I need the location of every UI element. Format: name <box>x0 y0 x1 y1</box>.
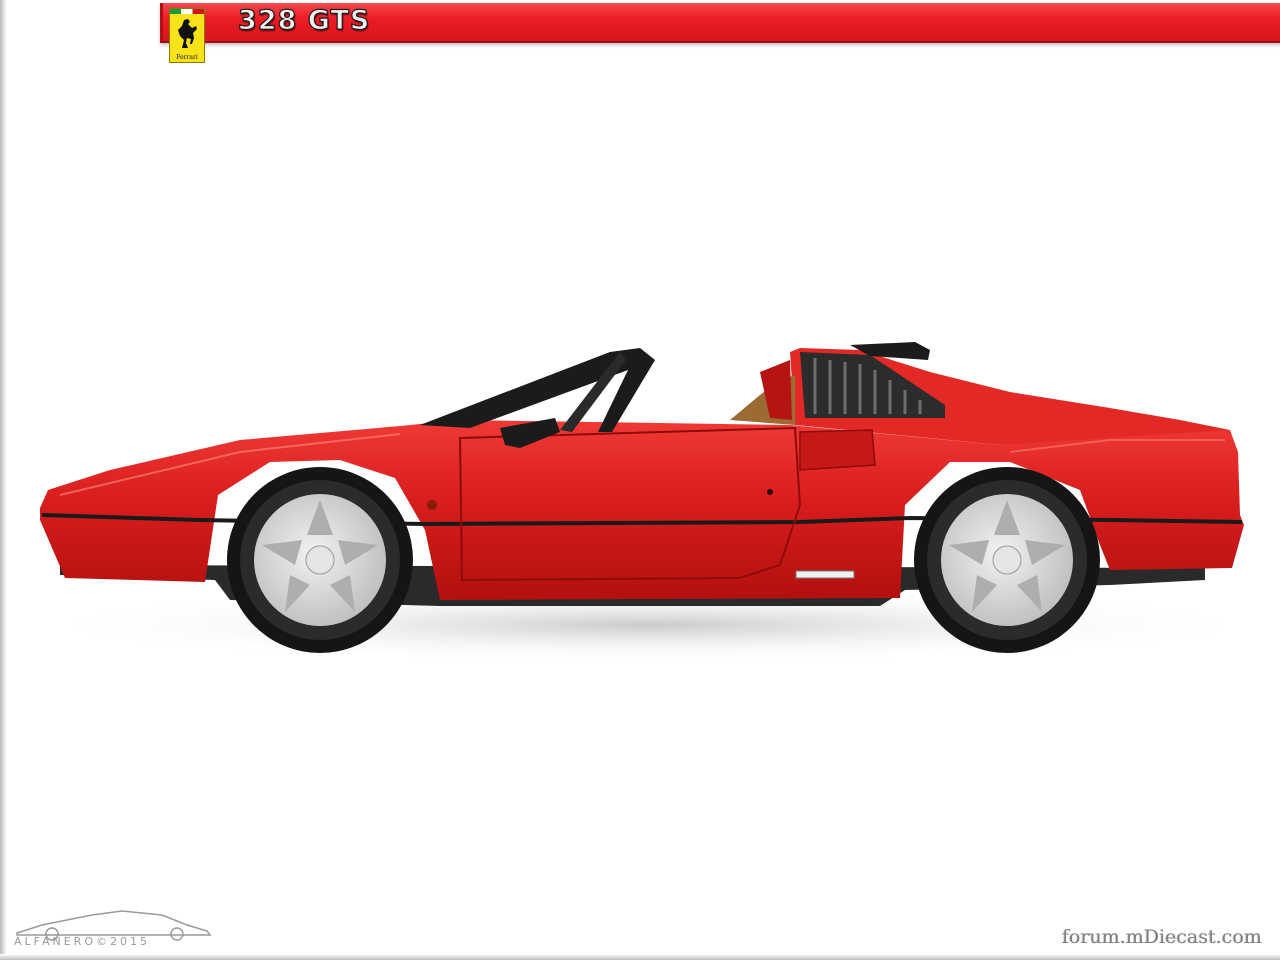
alfanero-watermark-text: ALFANERO©2015 <box>14 935 150 948</box>
car-photo <box>30 342 1270 663</box>
rear-wheel <box>914 467 1100 653</box>
forum-watermark: forum.mDiecast.com <box>1062 926 1262 948</box>
front-wheel <box>227 467 413 653</box>
